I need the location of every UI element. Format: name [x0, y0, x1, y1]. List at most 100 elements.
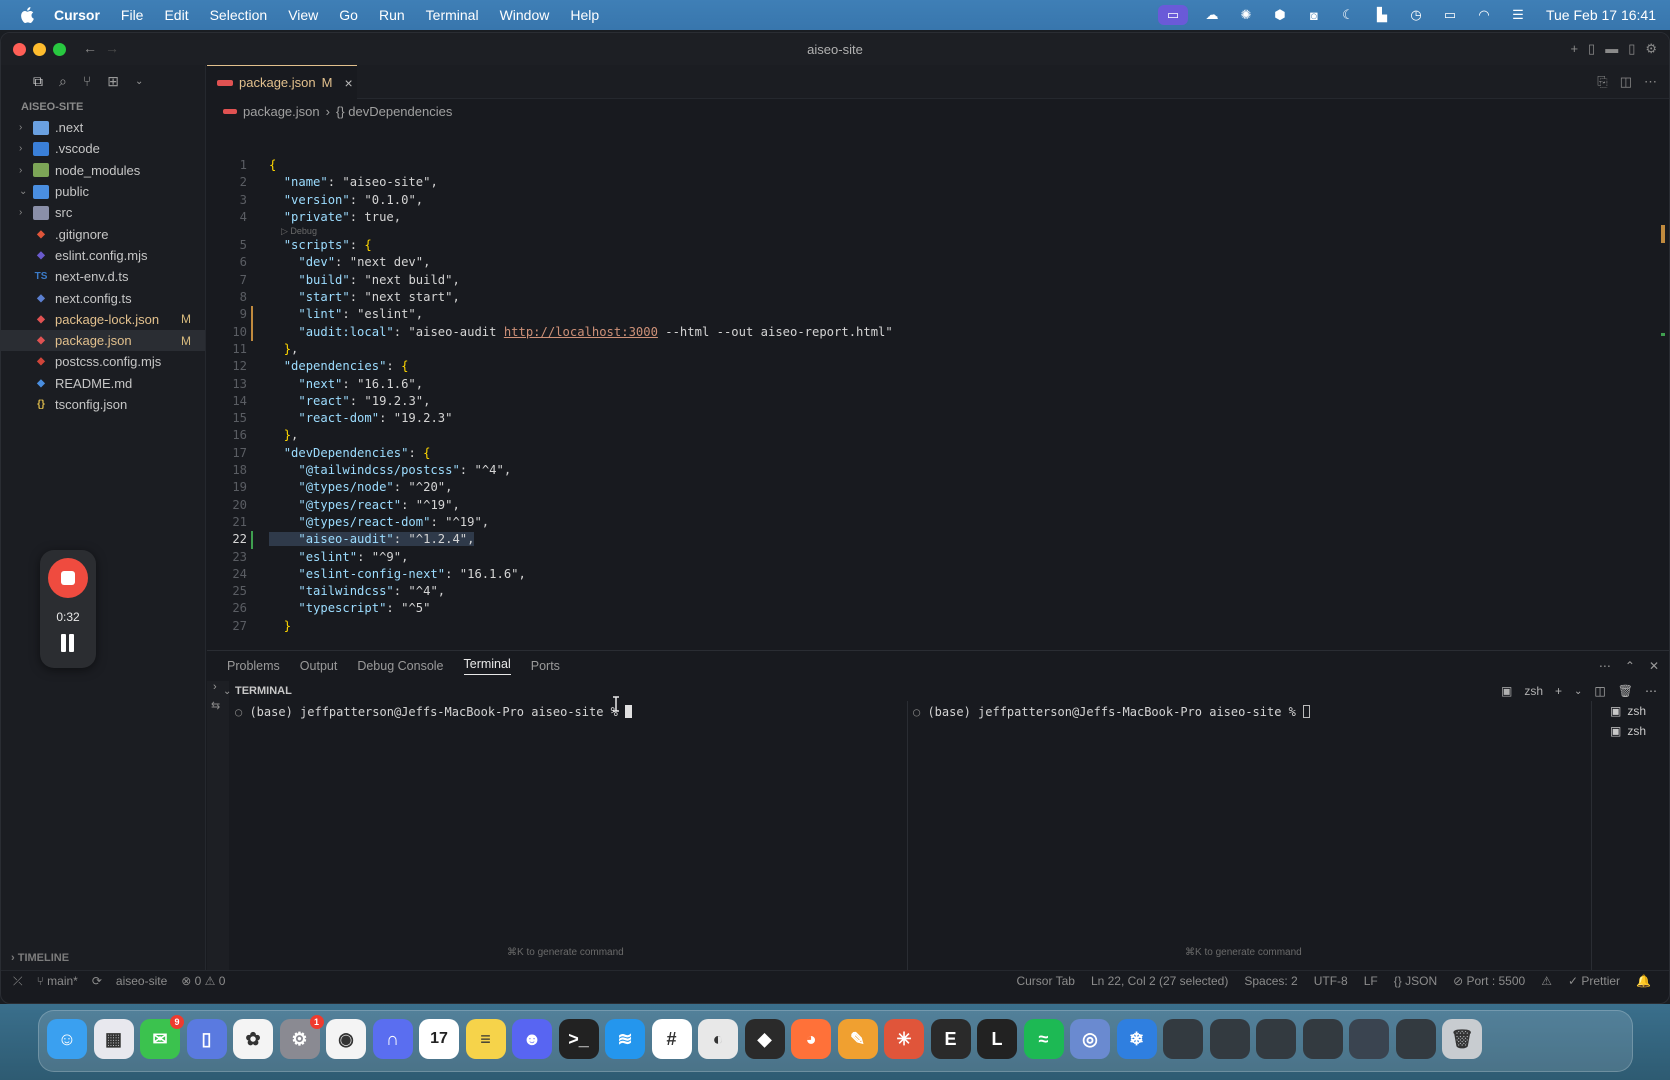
moon-icon[interactable]: ☾ [1338, 7, 1358, 23]
debug-codelens[interactable]: ▷ Debug [207, 226, 1669, 237]
screen-record-icon[interactable]: ▭ [1157, 5, 1188, 25]
tree-item[interactable]: ⌄ public [1, 181, 205, 202]
split-editor-icon[interactable]: ◫ [1620, 74, 1632, 90]
code-line[interactable]: 26 "typescript": "^5" [207, 600, 1669, 617]
tab-debug-console[interactable]: Debug Console [357, 659, 443, 673]
code-line[interactable]: 23 "eslint": "^9", [207, 549, 1669, 566]
timeline-section[interactable]: › TIMELINE [1, 952, 205, 964]
new-agent-icon[interactable]: + [1570, 41, 1578, 57]
notes-icon[interactable]: ≡ [465, 1019, 506, 1059]
code-line[interactable]: 19 "@types/node": "^20", [207, 479, 1669, 496]
breadcrumb-file[interactable]: package.json [243, 104, 320, 119]
code-line[interactable]: 16 }, [207, 427, 1669, 444]
tab-problems[interactable]: Problems [227, 659, 280, 673]
menu-window[interactable]: Window [500, 7, 550, 23]
code-line[interactable]: 15 "react-dom": "19.2.3" [207, 410, 1669, 427]
explorer-section-title[interactable]: AISEO-SITE [1, 97, 205, 117]
terminal-split-divider[interactable] [907, 701, 908, 971]
menu-help[interactable]: Help [570, 7, 599, 23]
terminal-left[interactable]: ○ (base) jeffpatterson@Jeffs-MacBook-Pro… [235, 705, 633, 719]
arc-icon[interactable]: ∩ [372, 1019, 413, 1059]
files-icon[interactable]: ⧉ [33, 73, 43, 90]
play-circle-icon[interactable]: ◷ [1406, 7, 1426, 23]
maximize-panel-icon[interactable]: ⌃ [1625, 659, 1635, 673]
code-line[interactable]: 11 }, [207, 341, 1669, 358]
trash-icon[interactable]: 🗑 [1618, 684, 1633, 698]
indentation[interactable]: Spaces: 2 [1244, 974, 1297, 988]
window-thumb-icon[interactable] [1163, 1019, 1203, 1059]
toggle-sidebar-icon[interactable]: ▯ [1588, 41, 1595, 57]
chrome-icon[interactable]: ◉ [326, 1019, 366, 1059]
tree-item[interactable]: ◆ package-lock.json M [1, 309, 205, 330]
chevron-down-icon[interactable]: ⌄ [1574, 686, 1582, 697]
bell-icon[interactable]: 🔔 [1636, 974, 1651, 988]
tree-item[interactable]: › node_modules [1, 160, 205, 181]
tree-item[interactable]: ◆ .gitignore [1, 223, 205, 244]
pages-icon[interactable]: ✎ [837, 1019, 878, 1059]
code-line[interactable]: 27 } [207, 618, 1669, 635]
window-thumb-icon[interactable] [1395, 1019, 1436, 1059]
workspace-name[interactable]: aiseo-site [116, 974, 167, 989]
weather-icon[interactable]: ☁ [1202, 7, 1222, 23]
gutter-modified-marker[interactable] [251, 323, 253, 341]
battery-icon[interactable]: ▭ [1440, 7, 1460, 23]
cursor-position[interactable]: Ln 22, Col 2 (27 selected) [1091, 974, 1228, 988]
toggle-panel-icon[interactable]: ▬ [1605, 41, 1618, 57]
code-line[interactable]: 4 "private": true, [207, 209, 1669, 226]
stop-recording-button[interactable] [48, 558, 88, 598]
end-of-line[interactable]: LF [1364, 974, 1378, 988]
code-line[interactable]: 24 "eslint-config-next": "16.1.6", [207, 566, 1669, 583]
source-control-icon[interactable]: ⑂ [83, 73, 91, 89]
close-icon[interactable]: × [344, 75, 352, 91]
remote-icon[interactable]: ⤫ [13, 974, 23, 989]
firefox-icon[interactable]: ◕ [791, 1019, 831, 1059]
tree-item[interactable]: › .vscode [1, 138, 205, 159]
code-line[interactable]: 9 "lint": "eslint", [207, 306, 1669, 324]
tab-package-json[interactable]: package.json M × [207, 65, 357, 99]
problems-count[interactable]: ⊗ 0 ⚠ 0 [181, 974, 225, 989]
messages-icon[interactable]: ✉ 9 [140, 1015, 184, 1059]
code-line[interactable]: 22 "aiseo-audit": "^1.2.4", [207, 531, 1669, 549]
open-changes-icon[interactable]: ⎘ [1597, 74, 1607, 90]
lovable-icon[interactable]: L [977, 1019, 1017, 1059]
warning-icon[interactable]: ⚠ [1541, 974, 1552, 988]
code-line[interactable]: 20 "@types/react": "^19", [207, 497, 1669, 514]
menu-file[interactable]: File [121, 7, 144, 23]
code-line[interactable]: 10 "audit:local": "aiseo-audit http://lo… [207, 323, 1669, 341]
tree-item[interactable]: › .next [1, 117, 205, 138]
gutter-modified-marker[interactable] [251, 306, 253, 324]
split-terminal-icon[interactable]: ◫ [1594, 684, 1605, 698]
more-actions-icon[interactable]: ⋯ [1599, 659, 1611, 673]
code-editor[interactable]: 1{2 "name": "aiseo-site", 3 "version": "0… [207, 157, 1669, 635]
apple-icon[interactable] [18, 6, 36, 24]
u-app-icon[interactable]: ▙ [1372, 7, 1392, 23]
branch-status[interactable]: ⑂ main* [37, 974, 78, 989]
tree-item[interactable]: ◆ next.config.ts [1, 287, 205, 308]
chevron-down-icon[interactable]: ⌄ [223, 686, 231, 697]
terminal-icon[interactable]: >_ [558, 1019, 599, 1059]
window-thumb-icon[interactable] [1256, 1019, 1296, 1059]
shield-icon[interactable]: ⬢ [1270, 7, 1290, 23]
tab-ports[interactable]: Ports [531, 659, 560, 673]
window-thumb-icon[interactable] [1209, 1019, 1250, 1059]
menu-edit[interactable]: Edit [164, 7, 188, 23]
window-thumb-icon[interactable] [1349, 1019, 1389, 1059]
pause-recording-button[interactable] [60, 634, 76, 652]
slack-icon[interactable]: # [651, 1019, 692, 1059]
tree-item[interactable]: ◆ package.json M [1, 329, 205, 352]
finder-icon[interactable]: ☺ [47, 1019, 87, 1059]
more-actions-icon[interactable]: ⋯ [1644, 74, 1657, 90]
terminal-list-item[interactable]: ▣ zsh [1592, 721, 1669, 741]
tree-item[interactable]: {} tsconfig.json [1, 394, 205, 415]
terminal-right[interactable]: ○ (base) jeffpatterson@Jeffs-MacBook-Pro… [913, 705, 1311, 719]
menu-terminal[interactable]: Terminal [426, 7, 479, 23]
cursor-tab-status[interactable]: Cursor Tab [1016, 974, 1074, 988]
code-line[interactable]: 21 "@types/react-dom": "^19", [207, 514, 1669, 531]
tree-item[interactable]: ◆ eslint.config.mjs [1, 245, 205, 266]
settings-gear-icon[interactable]: ⚙ [1645, 41, 1657, 57]
window-thumb-icon[interactable] [1302, 1019, 1343, 1059]
code-line[interactable]: 8 "start": "next start", [207, 289, 1669, 306]
docker-icon[interactable]: ≋ [605, 1019, 645, 1059]
code-line[interactable]: 12 "dependencies": { [207, 358, 1669, 375]
menu-selection[interactable]: Selection [210, 7, 268, 23]
